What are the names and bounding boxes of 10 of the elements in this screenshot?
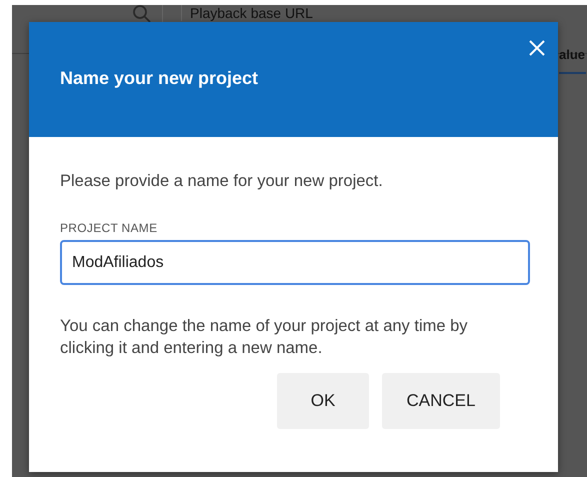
ok-button[interactable]: OK [277, 373, 369, 429]
search-icon [132, 5, 152, 24]
dialog-message: Please provide a name for your new project. [60, 172, 384, 191]
project-name-field[interactable]: ModAfiliados [60, 240, 530, 285]
field-label: PROJECT NAME [60, 221, 158, 235]
cancel-button[interactable]: CANCEL [382, 373, 500, 429]
hint-text: You can change the name of your project at any time by clicking it and entering a new name. [60, 316, 469, 359]
close-icon [528, 39, 546, 57]
dialog-title: Name your new project [60, 68, 258, 89]
search-field[interactable]: Playback base URL [181, 5, 442, 21]
